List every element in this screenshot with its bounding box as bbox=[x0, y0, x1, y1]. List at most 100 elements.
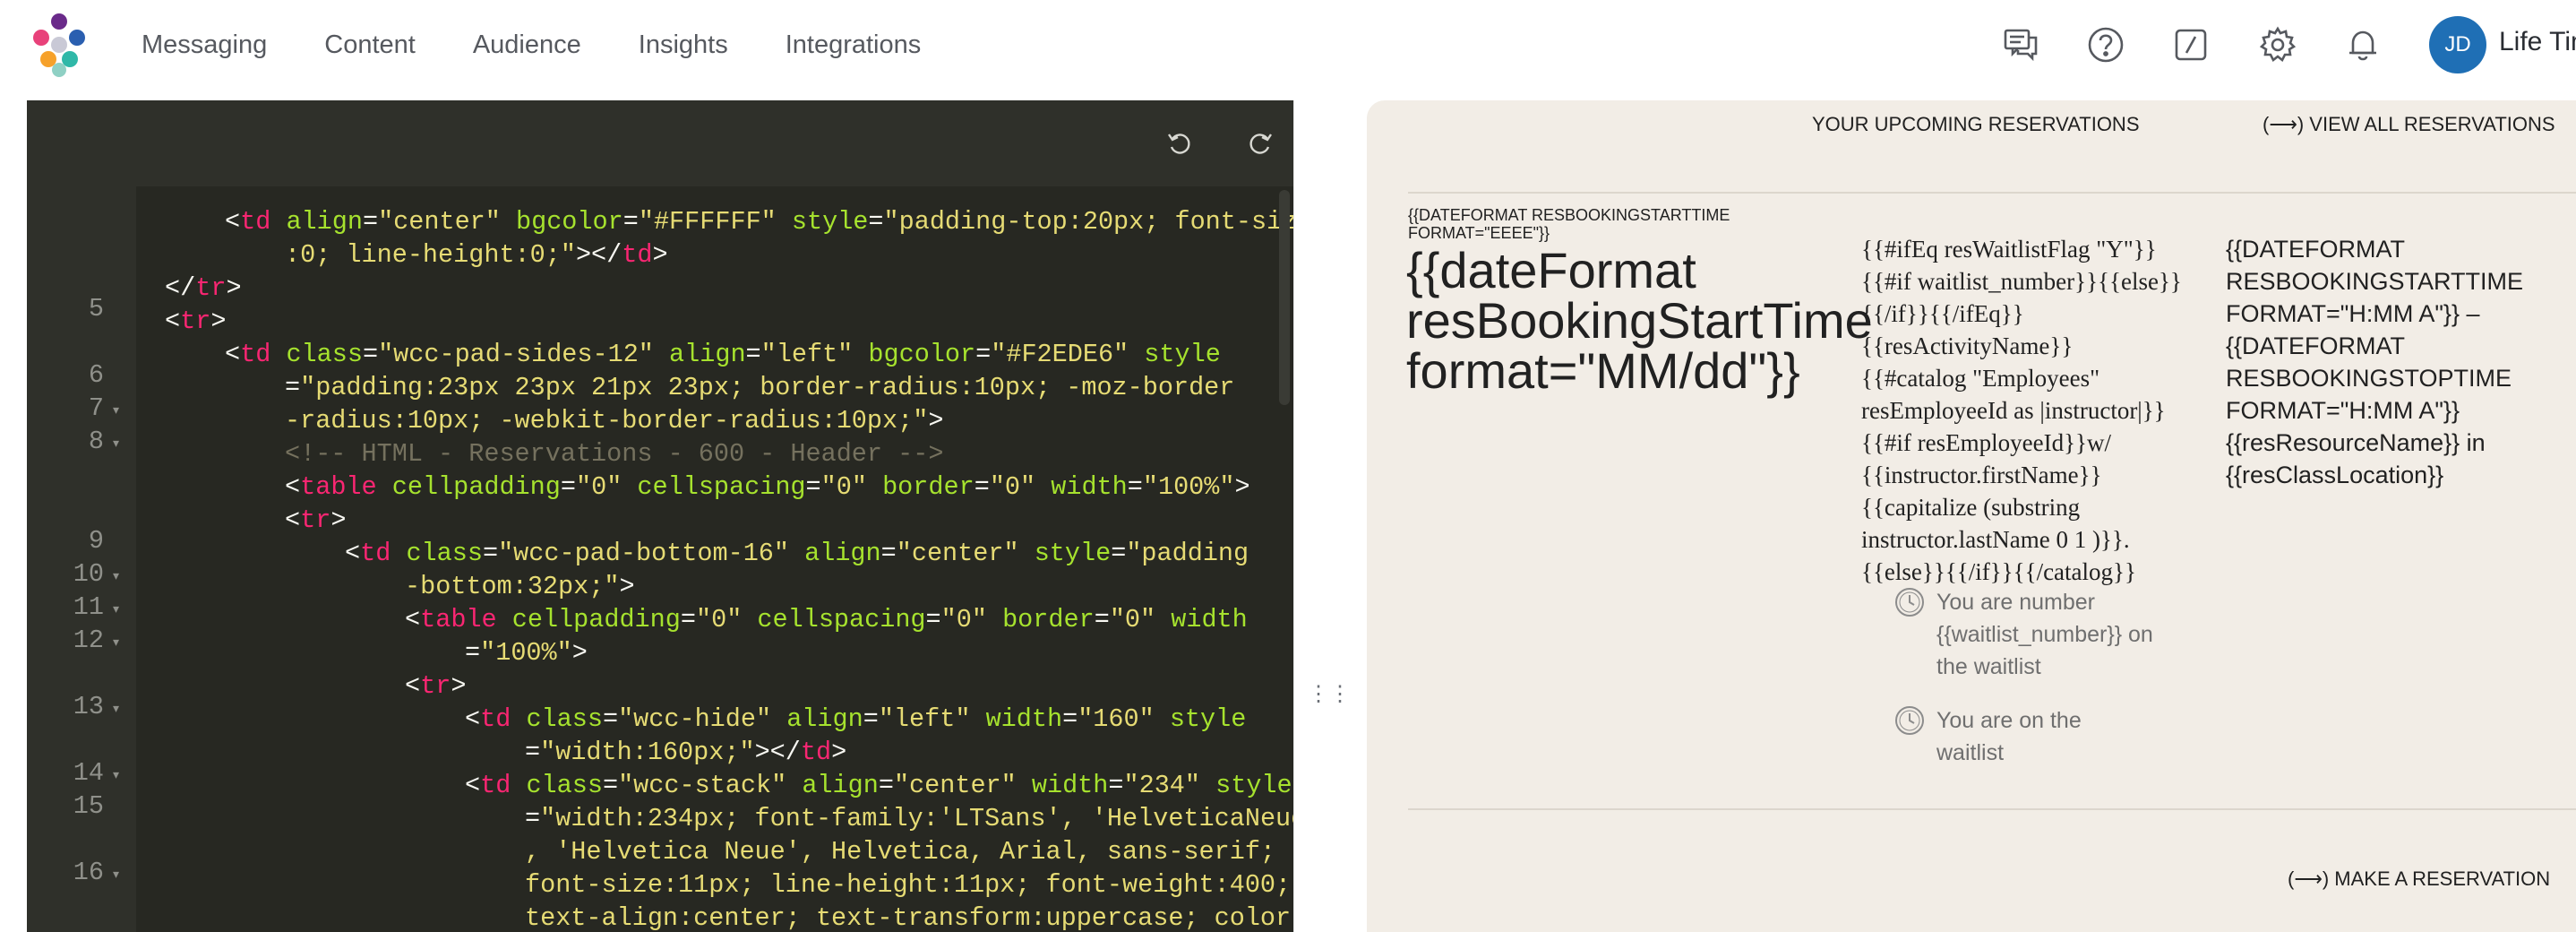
make-reservation-link[interactable]: (⟶) MAKE A RESERVATION bbox=[2288, 867, 2550, 891]
avatar[interactable]: JD bbox=[2429, 16, 2486, 73]
line-number: 13 bbox=[73, 692, 104, 721]
line-number: 7 bbox=[88, 393, 104, 423]
template-line: {{#if waitlist_number}}{{else}} bbox=[1861, 268, 2182, 295]
editor-scrollbar[interactable] bbox=[1279, 190, 1290, 405]
line-number: 12 bbox=[73, 626, 104, 655]
line-number: 11 bbox=[73, 592, 104, 622]
slash-icon[interactable] bbox=[2168, 22, 2214, 68]
template-line: {{#ifEq resWaitlistFlag "Y"}} bbox=[1861, 236, 2157, 263]
waitlist-number-line: You are number bbox=[1936, 590, 2095, 615]
account-name[interactable]: Life Time bbox=[2499, 27, 2576, 57]
waitlist-number-line: {{waitlist_number}} on bbox=[1936, 622, 2153, 647]
template-line: {{capitalize (substring bbox=[1861, 494, 2081, 521]
line-number: 6 bbox=[88, 360, 104, 390]
line-number: 5 bbox=[88, 294, 104, 324]
code-line: ="width:234px; font-family:'LTSans', 'He… bbox=[525, 804, 1293, 833]
activity-template-text: {{#ifEq resWaitlistFlag "Y"}} {{#if waitl… bbox=[1861, 233, 2237, 588]
template-line: {{resActivityName}} bbox=[1861, 332, 2074, 359]
fold-toggle-icon[interactable]: ▾ bbox=[113, 436, 119, 451]
pane-splitter[interactable] bbox=[1293, 100, 1342, 932]
divider bbox=[1408, 192, 2576, 194]
editor-toolbar bbox=[27, 100, 1293, 186]
fold-toggle-icon[interactable]: ▾ bbox=[113, 568, 119, 583]
template-line: {{DATEFORMAT bbox=[2226, 332, 2406, 359]
line-number: 8 bbox=[88, 427, 104, 456]
template-line: RESBOOKINGSTARTTIME bbox=[2226, 268, 2524, 295]
code-line: ="100%"> bbox=[465, 638, 588, 668]
code-line: </tr> bbox=[165, 273, 242, 303]
code-line: -bottom:32px;"> bbox=[405, 572, 635, 601]
nav-insights[interactable]: Insights bbox=[639, 30, 728, 60]
fold-toggle-icon[interactable]: ▾ bbox=[113, 634, 119, 650]
waitlist-on-notice: You are on the waitlist bbox=[1893, 704, 2082, 769]
template-line: FORMAT="H:MM A"}} – bbox=[2226, 300, 2480, 327]
nav-audience[interactable]: Audience bbox=[473, 30, 581, 60]
main-nav: Messaging Content Audience Insights Inte… bbox=[142, 0, 921, 90]
template-line: FORMAT="H:MM A"}} bbox=[2226, 397, 2460, 424]
date-big-line-2: resBookingStartTime bbox=[1406, 292, 1873, 349]
template-line: {{/if}}{{/ifEq}} bbox=[1861, 300, 2024, 327]
line-number: 16 bbox=[73, 858, 104, 887]
upcoming-reservations-title: YOUR UPCOMING RESERVATIONS bbox=[1812, 113, 2140, 135]
template-line: {{instructor.firstName}} bbox=[1861, 462, 2102, 488]
code-line: <tr> bbox=[165, 306, 227, 336]
code-line: <!-- HTML - Reservations - 600 - Header … bbox=[285, 439, 944, 469]
code-line: -radius:10px; -webkit-border-radius:10px… bbox=[285, 406, 944, 436]
code-line: ="width:160px;"></td> bbox=[525, 738, 847, 767]
code-line: <td class="wcc-hide" align="left" width=… bbox=[465, 704, 1247, 734]
template-line: resEmployeeId as |instructor|}} bbox=[1861, 397, 2166, 424]
date-big-line-3: format="MM/dd"}} bbox=[1406, 342, 1800, 399]
fold-toggle-icon[interactable]: ▾ bbox=[113, 601, 119, 617]
code-line: :0; line-height:0;"></td> bbox=[285, 240, 668, 270]
template-line: {{resResourceName}} in bbox=[2226, 429, 2486, 456]
redo-icon[interactable] bbox=[1243, 125, 1279, 161]
code-line: text-align:center; text-transform:upperc… bbox=[525, 903, 1292, 932]
bell-icon[interactable] bbox=[2340, 22, 2386, 68]
line-number: 10 bbox=[73, 559, 104, 589]
gear-icon[interactable] bbox=[2254, 22, 2301, 68]
code-text-area[interactable]: <td align="center" bgcolor="#FFFFFF" sty… bbox=[136, 186, 1293, 932]
code-line: <td align="center" bgcolor="#FFFFFF" sty… bbox=[225, 207, 1293, 237]
waitlist-number-notice: You are number {{waitlist_number}} on th… bbox=[1893, 586, 2153, 683]
fold-toggle-icon[interactable]: ▾ bbox=[113, 701, 119, 716]
line-number: 15 bbox=[73, 791, 104, 821]
code-line: <td class="wcc-pad-bottom-16" align="cen… bbox=[345, 539, 1249, 568]
clock-icon bbox=[1895, 706, 1924, 735]
code-line: , 'Helvetica Neue', Helvetica, Arial, sa… bbox=[525, 837, 1276, 867]
view-all-reservations-link[interactable]: (⟶) VIEW ALL RESERVATIONS bbox=[2263, 113, 2555, 136]
waitlist-on-line: You are on the bbox=[1936, 708, 2082, 733]
undo-icon[interactable] bbox=[1161, 125, 1197, 161]
top-navigation: Messaging Content Audience Insights Inte… bbox=[0, 0, 2576, 100]
template-line: {{DATEFORMAT bbox=[2226, 236, 2406, 263]
nav-integrations[interactable]: Integrations bbox=[786, 30, 922, 60]
line-gutter: 5 6 7 ▾ 8 ▾ 9 10 ▾ 11 ▾ 12 ▾ 13 ▾ 14 ▾ 1… bbox=[27, 186, 136, 932]
code-line: <td class="wcc-pad-sides-12" align="left… bbox=[225, 340, 1221, 369]
brand-logo[interactable] bbox=[25, 11, 93, 79]
nav-content[interactable]: Content bbox=[324, 30, 416, 60]
help-icon[interactable] bbox=[2082, 22, 2129, 68]
time-location-text: {{DATEFORMAT RESBOOKINGSTARTTIME FORMAT="H… bbox=[2226, 233, 2566, 491]
template-line: instructor.lastName 0 1 )}}. bbox=[1861, 526, 2130, 553]
fold-toggle-icon[interactable]: ▾ bbox=[113, 867, 119, 882]
email-preview: YOUR UPCOMING RESERVATIONS (⟶) VIEW ALL … bbox=[1367, 100, 2576, 932]
template-line: {{else}}{{/if}}{{/catalog}} bbox=[1861, 558, 2136, 585]
chat-icon[interactable] bbox=[1997, 22, 2044, 68]
code-line: <tr> bbox=[405, 671, 467, 701]
fold-toggle-icon[interactable]: ▾ bbox=[113, 767, 119, 782]
code-line: <td class="wcc-stack" align="center" wid… bbox=[465, 771, 1292, 800]
drag-handle-icon[interactable]: ⋮⋮ bbox=[1308, 679, 1351, 710]
line-number: 9 bbox=[88, 526, 104, 556]
weekday-format-text: {{DATEFORMAT RESBOOKINGSTARTTIME FORMAT=… bbox=[1408, 206, 1730, 242]
code-line: font-size:11px; line-height:11px; font-w… bbox=[525, 870, 1292, 900]
code-line: <table cellpadding="0" cellspacing="0" b… bbox=[405, 605, 1248, 634]
template-line: {{#if resEmployeeId}}w/ bbox=[1861, 429, 2112, 456]
clock-icon bbox=[1895, 588, 1924, 617]
divider bbox=[1408, 808, 2576, 810]
nav-messaging[interactable]: Messaging bbox=[142, 30, 267, 60]
waitlist-number-line: the waitlist bbox=[1936, 654, 2041, 679]
code-line: ="padding:23px 23px 21px 23px; border-ra… bbox=[285, 373, 1235, 402]
code-line: <table cellpadding="0" cellspacing="0" b… bbox=[285, 472, 1250, 502]
code-editor[interactable]: 5 6 7 ▾ 8 ▾ 9 10 ▾ 11 ▾ 12 ▾ 13 ▾ 14 ▾ 1… bbox=[27, 100, 1293, 932]
fold-toggle-icon[interactable]: ▾ bbox=[113, 402, 119, 418]
code-line: <tr> bbox=[285, 505, 347, 535]
